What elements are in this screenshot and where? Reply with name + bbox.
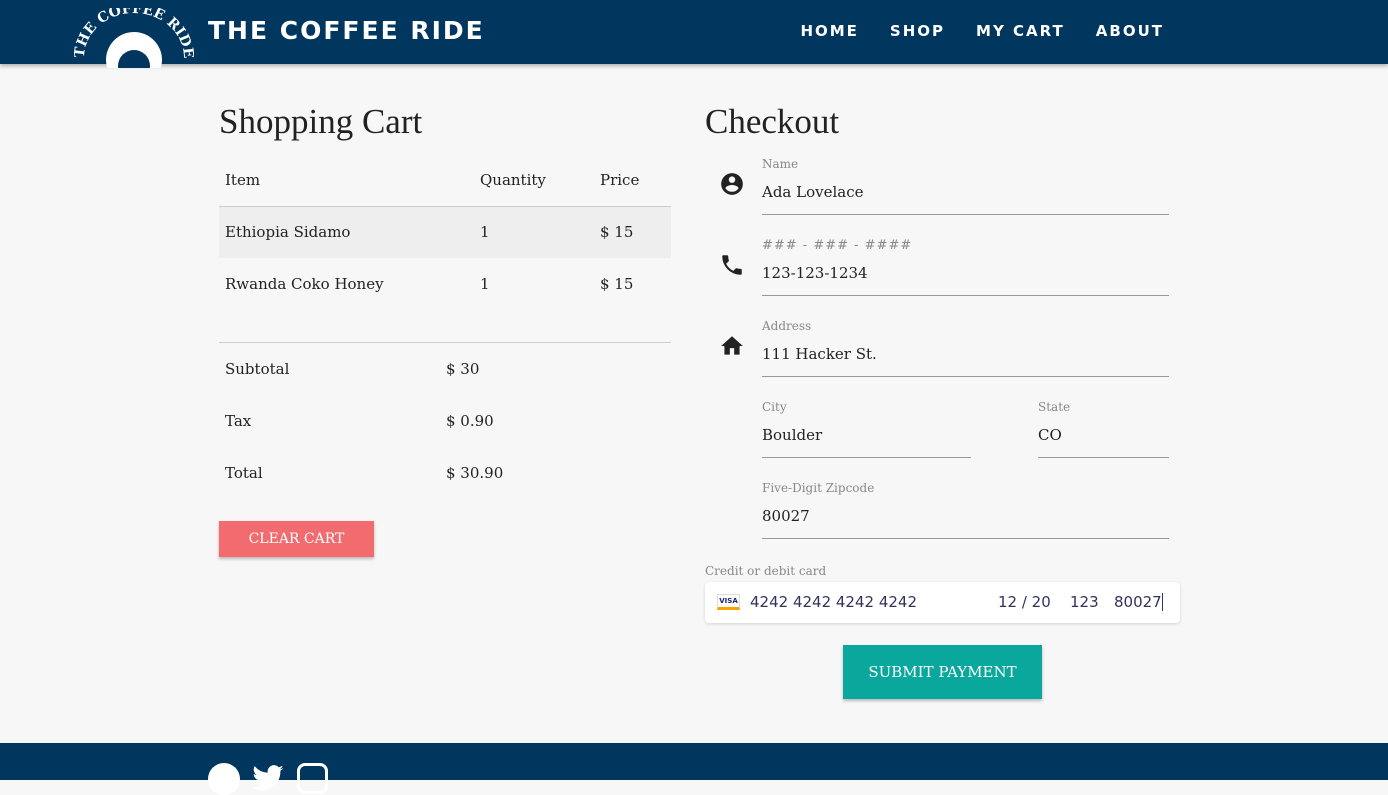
card-number[interactable]: 4242 4242 4242 4242: [750, 593, 917, 611]
table-row: Rwanda Coko Honey 1 $ 15: [219, 258, 671, 310]
cart-title: Shopping Cart: [219, 102, 423, 141]
item-price: $ 15: [600, 223, 634, 242]
item-name: Ethiopia Sidamo: [225, 223, 351, 242]
instagram-icon[interactable]: [297, 763, 328, 794]
total-value: $ 30.90: [446, 464, 504, 482]
brand-title[interactable]: THE COFFEE RIDE: [208, 16, 485, 45]
card-expiry[interactable]: 12 / 20: [998, 593, 1051, 611]
home-icon: [721, 336, 743, 355]
item-name: Rwanda Coko Honey: [225, 275, 384, 293]
nav-home[interactable]: HOME: [800, 22, 858, 40]
city-value: Boulder: [762, 426, 823, 444]
table-row: Ethiopia Sidamo 1 $ 15: [219, 206, 671, 258]
totals: Subtotal $ 30 Tax $ 0.90 Total $ 30.90: [219, 342, 671, 499]
visa-icon: VISA: [717, 594, 740, 610]
state-field[interactable]: State CO: [1038, 400, 1169, 458]
phone-field[interactable]: ### - ### - #### 123-123-1234: [762, 238, 1169, 296]
facebook-icon[interactable]: [208, 763, 240, 795]
cart-table: Item Quantity Price Ethiopia Sidamo 1 $ …: [219, 154, 671, 310]
col-quantity: Quantity: [474, 154, 594, 207]
city-label: City: [762, 400, 787, 414]
address-field[interactable]: Address 111 Hacker St.: [762, 319, 1169, 377]
clear-cart-button[interactable]: CLEAR CART: [219, 521, 374, 557]
tax-label: Tax: [225, 412, 252, 430]
zip-value: 80027: [762, 507, 810, 525]
name-value: Ada Lovelace: [762, 183, 864, 201]
phone-value: 123-123-1234: [762, 264, 868, 282]
navbar: THE COFFEE RIDE THE COFFEE RIDE HOME SHO…: [0, 0, 1388, 68]
name-label: Name: [762, 157, 799, 171]
item-qty: 1: [480, 223, 490, 242]
name-field[interactable]: Name Ada Lovelace: [762, 157, 1169, 215]
subtotal-label: Subtotal: [225, 360, 290, 378]
state-value: CO: [1038, 426, 1062, 444]
checkout-title: Checkout: [705, 102, 840, 141]
card-label: Credit or debit card: [705, 564, 827, 578]
card-cvc[interactable]: 123: [1070, 593, 1099, 611]
tax-value: $ 0.90: [446, 412, 494, 430]
card-zip[interactable]: 80027: [1114, 593, 1163, 611]
zip-label: Five-Digit Zipcode: [762, 481, 875, 495]
account-circle-icon: [721, 173, 743, 195]
twitter-icon[interactable]: [252, 765, 284, 791]
submit-payment-button[interactable]: SUBMIT PAYMENT: [843, 645, 1042, 699]
footer: [0, 743, 1388, 795]
city-field[interactable]: City Boulder: [762, 400, 971, 458]
item-price: $ 15: [600, 275, 634, 293]
state-label: State: [1038, 400, 1071, 414]
logo[interactable]: THE COFFEE RIDE: [74, 8, 194, 68]
nav-shop[interactable]: SHOP: [890, 22, 945, 40]
nav-my-cart[interactable]: MY CART: [976, 22, 1065, 40]
total-label: Total: [225, 464, 263, 482]
nav-about[interactable]: ABOUT: [1096, 22, 1164, 40]
card-input[interactable]: VISA 4242 4242 4242 4242 12 / 20 123 800…: [705, 582, 1180, 623]
col-item: Item: [219, 154, 474, 207]
subtotal-value: $ 30: [446, 360, 480, 378]
address-value: 111 Hacker St.: [762, 345, 877, 363]
zip-field[interactable]: Five-Digit Zipcode 80027: [762, 481, 1169, 539]
phone-placeholder: ### - ### - ####: [762, 238, 913, 253]
address-label: Address: [762, 319, 812, 333]
item-qty: 1: [480, 275, 490, 293]
col-price: Price: [594, 154, 671, 207]
phone-icon: [722, 255, 742, 275]
